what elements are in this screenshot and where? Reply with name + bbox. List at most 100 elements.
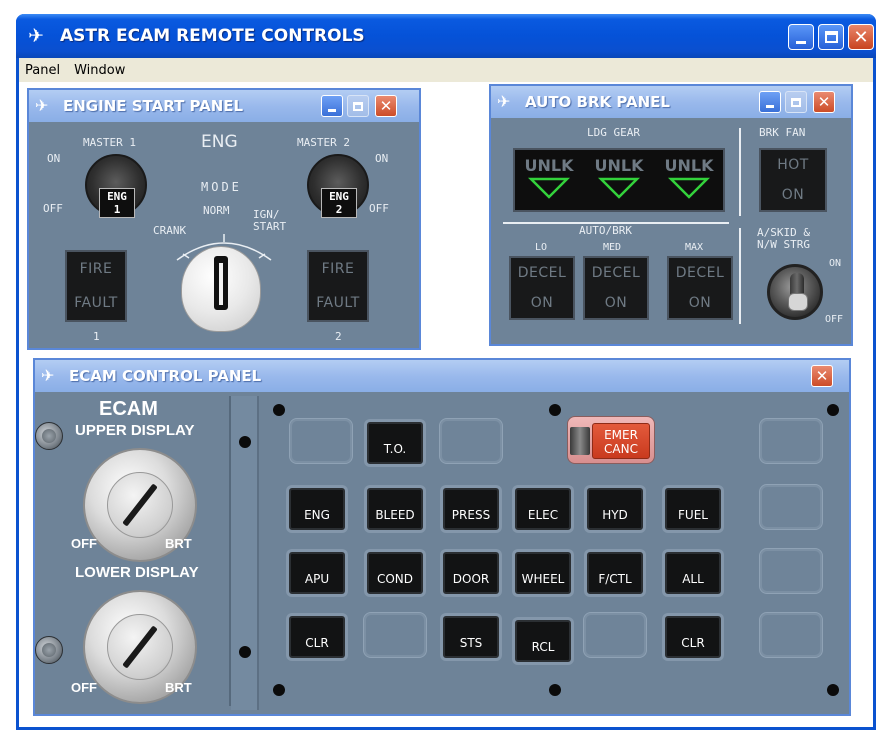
master2-off-label: OFF — [369, 202, 389, 215]
master1-on-label: ON — [47, 152, 61, 165]
minimize-button[interactable] — [788, 24, 814, 50]
key-blank — [289, 418, 353, 464]
hyd-key[interactable]: HYD — [587, 488, 643, 530]
divider — [739, 228, 741, 324]
brk-maximize-button — [785, 91, 807, 113]
lo-label: LO — [535, 242, 548, 253]
maximize-icon — [791, 97, 801, 107]
press-key[interactable]: PRESS — [443, 488, 499, 530]
brk-fan-label: BRK FAN — [759, 126, 806, 139]
brk-minimize-button[interactable] — [759, 91, 781, 113]
fire-fault-2-num: 2 — [335, 330, 342, 343]
to-key[interactable]: T.O. — [367, 422, 423, 464]
auto-brk-title: AUTO BRK PANEL — [525, 93, 670, 111]
fire-fault-1: FIRE FAULT — [65, 250, 127, 322]
sts-key[interactable]: STS — [443, 616, 499, 658]
fctl-key[interactable]: F/CTL — [587, 552, 643, 594]
airplane-icon: ✈ — [41, 366, 55, 385]
ecam-titlebar[interactable]: ✈ ECAM CONTROL PANEL ✕ — [35, 360, 849, 392]
close-icon: ✕ — [817, 93, 831, 111]
ecam-display-controls: ECAM UPPER DISPLAY OFF BRT LOWER DISPLAY — [35, 396, 231, 706]
auto-brk-window: ✈ AUTO BRK PANEL ✕ LDG GEAR BRK FAN UNLK… — [489, 84, 853, 346]
engine-start-titlebar[interactable]: ✈ ENGINE START PANEL ✕ — [29, 90, 419, 122]
fault1-text: FAULT — [74, 295, 118, 311]
decel-med-button[interactable]: DECEL ON — [583, 256, 649, 320]
upper-off-label: OFF — [71, 536, 97, 551]
screw-icon — [35, 422, 63, 450]
rivet — [273, 684, 285, 696]
eng-label: ENG — [201, 132, 238, 152]
menubar: Panel Window — [19, 58, 873, 82]
engine-maximize-button — [347, 95, 369, 117]
master2-label: MASTER 2 — [297, 136, 350, 149]
apu-key[interactable]: APU — [289, 552, 345, 594]
engine-minimize-button[interactable] — [321, 95, 343, 117]
fuel-key[interactable]: FUEL — [665, 488, 721, 530]
brk-close-button[interactable]: ✕ — [813, 91, 835, 113]
guard-hinge — [570, 427, 590, 455]
main-titlebar[interactable]: ✈ ASTR ECAM REMOTE CONTROLS ✕ — [16, 14, 876, 58]
eng-key[interactable]: ENG — [289, 488, 345, 530]
key-blank — [759, 548, 823, 594]
emer-canc-guard[interactable]: EMER CANC — [567, 416, 655, 464]
clr-key-left[interactable]: CLR — [289, 616, 345, 658]
down-arrow-icon — [667, 177, 711, 199]
close-button[interactable]: ✕ — [848, 24, 874, 50]
close-icon: ✕ — [815, 367, 829, 385]
eng1-tag: ENG 1 — [99, 188, 135, 218]
cond-key[interactable]: COND — [367, 552, 423, 594]
wheel-key[interactable]: WHEEL — [515, 552, 571, 594]
maximize-icon — [353, 101, 363, 111]
menu-panel[interactable]: Panel — [25, 63, 60, 78]
askid-on-label: ON — [829, 258, 842, 269]
brk-fan-indicator[interactable]: HOT ON — [759, 148, 827, 212]
rcl-key[interactable]: RCL — [515, 620, 571, 662]
minimize-icon — [796, 40, 806, 44]
window-title: ASTR ECAM REMOTE CONTROLS — [60, 26, 365, 46]
close-icon: ✕ — [379, 97, 393, 115]
askid-label-2: N/W STRG — [757, 238, 810, 251]
ecam-close-button[interactable]: ✕ — [811, 365, 833, 387]
gear-left-unlk: UNLK — [524, 156, 574, 175]
ecam-key-panel: T.O. EMER CANC ENG BLEED PRESS ELEC HYD … — [231, 396, 845, 710]
decel-lo-button[interactable]: DECEL ON — [509, 256, 575, 320]
engine-start-title: ENGINE START PANEL — [63, 97, 244, 115]
lower-display-label: LOWER DISPLAY — [75, 564, 199, 581]
ecam-panel: ECAM UPPER DISPLAY OFF BRT LOWER DISPLAY — [35, 392, 849, 714]
gear-nose: UNLK — [589, 156, 649, 205]
eng2-tag-line2: 2 — [335, 203, 343, 216]
client-area: ✈ ENGINE START PANEL ✕ MASTER 1 ENG MAST… — [19, 82, 873, 727]
all-key[interactable]: ALL — [665, 552, 721, 594]
key-blank — [363, 612, 427, 658]
menu-window[interactable]: Window — [74, 63, 125, 78]
upper-brt-label: BRT — [165, 536, 192, 551]
elec-key[interactable]: ELEC — [515, 488, 571, 530]
lower-brt-label: BRT — [165, 680, 192, 695]
engine-start-panel: MASTER 1 ENG MASTER 2 ON ON ENG 1 OFF EN… — [29, 122, 419, 348]
askid-toggle-switch[interactable] — [767, 264, 823, 320]
decel-max-button[interactable]: DECEL ON — [667, 256, 733, 320]
ldg-gear-indicator: UNLK UNLK UNLK — [513, 148, 725, 212]
auto-brk-titlebar[interactable]: ✈ AUTO BRK PANEL ✕ — [491, 86, 851, 118]
key-blank — [583, 612, 647, 658]
screw-icon — [35, 636, 63, 664]
ecam-title: ECAM CONTROL PANEL — [69, 367, 262, 385]
rivet — [239, 646, 251, 658]
auto-brk-label: AUTO/BRK — [579, 224, 632, 237]
engine-close-button[interactable]: ✕ — [375, 95, 397, 117]
bleed-key[interactable]: BLEED — [367, 488, 423, 530]
med-label: MED — [603, 242, 622, 253]
maximize-button[interactable] — [818, 24, 844, 50]
rivet — [549, 404, 561, 416]
emer-canc-button[interactable]: EMER CANC — [592, 423, 650, 459]
eng1-tag-line2: 1 — [113, 203, 121, 216]
auto-brk-panel: LDG GEAR BRK FAN UNLK UNLK UNLK HOT ON A… — [491, 118, 851, 344]
door-key[interactable]: DOOR — [443, 552, 499, 594]
down-arrow-icon — [597, 177, 641, 199]
toggle-nut — [788, 293, 808, 311]
clr-key-right[interactable]: CLR — [665, 616, 721, 658]
close-icon: ✕ — [853, 26, 869, 48]
eng2-tag-line1: ENG — [329, 190, 349, 203]
decel-lo-on: ON — [530, 295, 554, 311]
airplane-icon: ✈ — [35, 96, 49, 115]
